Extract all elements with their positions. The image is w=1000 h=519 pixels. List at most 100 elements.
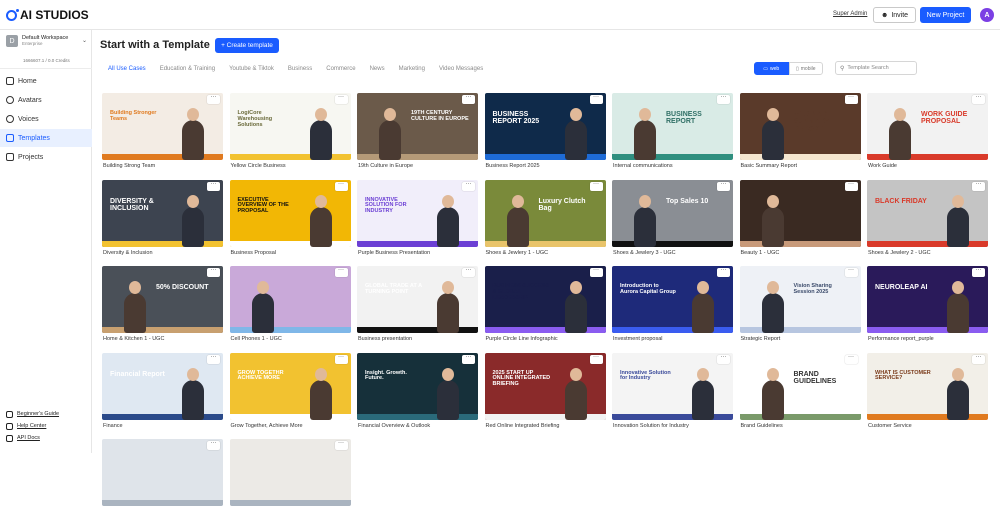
template-thumbnail[interactable]: 2025 START UP ONLINE INTEGRATED BRIEFING… xyxy=(484,352,606,420)
tab-commerce[interactable]: Commerce xyxy=(326,66,355,72)
template-card[interactable]: Innovative Solution for Industry ··· Innov… xyxy=(612,352,733,433)
more-options-icon[interactable]: ··· xyxy=(462,181,475,191)
more-options-icon[interactable]: ··· xyxy=(844,94,858,104)
more-options-icon[interactable]: ··· xyxy=(207,267,220,277)
template-card[interactable]: Insight. Growth. Future. ··· Financial Ove… xyxy=(357,352,478,433)
more-options-icon[interactable]: ··· xyxy=(207,354,220,364)
template-thumbnail[interactable]: BRAND GUIDELINES ··· xyxy=(739,352,861,420)
template-card[interactable]: BUSINESS REPORT 2025 ··· Business Report 2… xyxy=(484,93,606,173)
more-options-icon[interactable]: ··· xyxy=(589,267,603,277)
workspace-selector[interactable]: D Default Workspace Enterprise ⌄ xyxy=(6,34,88,54)
template-thumbnail[interactable]: DIVERSITY & INCLUSION ··· xyxy=(102,179,223,247)
template-card[interactable]: WORK GUIDE PROPOSAL ··· Work Guide xyxy=(867,93,988,173)
create-template-button[interactable]: + Create template xyxy=(215,38,279,53)
template-thumbnail[interactable]: INNOVATIVE SOLUTION FOR INDUSTRY ··· xyxy=(357,179,478,247)
more-options-icon[interactable]: ··· xyxy=(589,181,603,191)
more-options-icon[interactable]: ··· xyxy=(844,354,858,364)
template-card[interactable]: Top Sales 10 ··· Shoes & Jewlery 3 - UGC xyxy=(612,179,733,260)
tab-education-training[interactable]: Education & Training xyxy=(160,66,215,72)
more-options-icon[interactable]: ··· xyxy=(334,440,348,450)
template-card[interactable]: ··· xyxy=(102,439,223,519)
template-thumbnail[interactable]: ··· xyxy=(229,266,351,333)
bottom-link[interactable]: Help Center xyxy=(6,420,59,432)
template-thumbnail[interactable]: 50% DISCOUNT ··· xyxy=(102,266,223,333)
more-options-icon[interactable]: ··· xyxy=(334,181,348,191)
template-card[interactable]: WHAT IS CUSTOMER SERVICE? ··· Customer Ser… xyxy=(867,352,988,433)
sidebar-item-projects[interactable]: Projects xyxy=(0,148,92,166)
user-avatar[interactable]: A xyxy=(980,8,994,22)
more-options-icon[interactable]: ··· xyxy=(589,94,603,104)
tab-news[interactable]: News xyxy=(370,66,385,72)
more-options-icon[interactable]: ··· xyxy=(972,181,985,191)
super-admin-link[interactable]: Super Admin xyxy=(833,11,867,17)
more-options-icon[interactable]: ··· xyxy=(972,94,985,104)
new-project-button[interactable]: New Project xyxy=(920,7,971,23)
template-thumbnail[interactable]: Top Sales 10 ··· xyxy=(612,179,733,247)
template-card[interactable]: NEUROLEAP AI ··· Performance report_purple xyxy=(867,266,988,346)
more-options-icon[interactable]: ··· xyxy=(207,94,220,104)
template-thumbnail[interactable]: Introduction to Aurora Capital Group ··· xyxy=(612,266,733,333)
sidebar-item-templates[interactable]: Templates xyxy=(0,129,92,147)
template-card[interactable]: BUSINESS SUCCESS & GLOBAL LEADERSHIP ··· P… xyxy=(484,266,606,346)
bottom-link[interactable]: Beginner's Guide xyxy=(6,408,59,420)
template-card[interactable]: Financial Report ··· Finance xyxy=(102,352,223,433)
tab-marketing[interactable]: Marketing xyxy=(399,66,425,72)
more-options-icon[interactable]: ··· xyxy=(462,267,475,277)
template-thumbnail[interactable]: Innovative Solution for Industry ··· xyxy=(612,352,733,420)
template-card[interactable]: ··· Cell Phones 1 - UGC xyxy=(229,266,351,346)
template-thumbnail[interactable]: ··· xyxy=(229,439,351,506)
tab-all-use-cases[interactable]: All Use Cases xyxy=(108,66,146,72)
more-options-icon[interactable]: ··· xyxy=(717,354,730,364)
template-thumbnail[interactable]: Luxury Clutch Bag ··· xyxy=(484,179,606,247)
template-card[interactable]: EXECUTIVE OVERVIEW OF THE PROPOSAL ··· Bus… xyxy=(229,179,351,260)
template-thumbnail[interactable]: BUSINESS REPORT ··· xyxy=(612,93,733,160)
template-thumbnail[interactable]: GLOBAL TRADE AT A TURNING POINT ··· xyxy=(357,266,478,333)
more-options-icon[interactable]: ··· xyxy=(207,440,220,450)
more-options-icon[interactable]: ··· xyxy=(334,267,348,277)
template-card[interactable]: GLOBAL TRADE AT A TURNING POINT ··· Busine… xyxy=(357,266,478,346)
template-thumbnail[interactable]: Insight. Growth. Future. ··· xyxy=(357,352,478,420)
search-input[interactable] xyxy=(847,65,916,71)
template-card[interactable]: GROW TOGETHR ACHIEVE MORE ··· Grow Togethe… xyxy=(229,352,351,433)
tab-youtube-tiktok[interactable]: Youtube & Tiktok xyxy=(229,66,274,72)
sidebar-item-voices[interactable]: Voices xyxy=(0,110,92,128)
template-thumbnail[interactable]: BUSINESS REPORT 2025 ··· xyxy=(484,93,606,160)
template-thumbnail[interactable]: WEBINAR SUMMARY REPORT ··· xyxy=(739,93,861,160)
more-options-icon[interactable]: ··· xyxy=(717,94,730,104)
more-options-icon[interactable]: ··· xyxy=(334,354,348,364)
template-thumbnail[interactable]: Vision Sharing Session 2025 ··· xyxy=(739,266,861,333)
template-thumbnail[interactable]: ··· xyxy=(102,439,223,506)
template-thumbnail[interactable]: BLACK FRIDAY ··· xyxy=(867,179,988,247)
template-card[interactable]: Introduction to Aurora Capital Group ··· I… xyxy=(612,266,733,346)
template-card[interactable]: WEBINAR SUMMARY REPORT ··· Basic Summary R… xyxy=(739,93,861,173)
template-card[interactable]: LogiCore Warehousing Solutions ··· Yellow … xyxy=(229,93,351,173)
template-card[interactable]: 2025 START UP ONLINE INTEGRATED BRIEFING… xyxy=(484,352,606,433)
template-thumbnail[interactable]: BUSINESS SUCCESS & GLOBAL LEADERSHIP ··· xyxy=(484,266,606,333)
more-options-icon[interactable]: ··· xyxy=(207,181,220,191)
template-card[interactable]: ··· Beauty 1 - UGC xyxy=(739,179,861,260)
template-thumbnail[interactable]: EXECUTIVE OVERVIEW OF THE PROPOSAL ··· xyxy=(229,179,351,247)
template-card[interactable]: 50% DISCOUNT ··· Home & Kitchen 1 - UGC xyxy=(102,266,223,346)
template-card[interactable]: 19TH CENTURY CULTURE IN EUROPE ··· 19th Cu… xyxy=(357,93,478,173)
more-options-icon[interactable]: ··· xyxy=(844,181,858,191)
template-thumbnail[interactable]: WORK GUIDE PROPOSAL ··· xyxy=(867,93,988,160)
invite-button[interactable]: ☻ Invite xyxy=(873,7,916,23)
more-options-icon[interactable]: ··· xyxy=(334,94,348,104)
template-card[interactable]: INNOVATIVE SOLUTION FOR INDUSTRY ··· Purpl… xyxy=(357,179,478,260)
template-card[interactable]: BUSINESS REPORT ··· Internal communication… xyxy=(612,93,733,173)
template-thumbnail[interactable]: LogiCore Warehousing Solutions ··· xyxy=(229,93,351,160)
template-thumbnail[interactable]: Financial Report ··· xyxy=(102,352,223,420)
more-options-icon[interactable]: ··· xyxy=(844,267,858,277)
brand-logo[interactable]: AI STUDIOS xyxy=(6,8,89,22)
more-options-icon[interactable]: ··· xyxy=(972,267,985,277)
more-options-icon[interactable]: ··· xyxy=(717,267,730,277)
more-options-icon[interactable]: ··· xyxy=(589,354,603,364)
template-card[interactable]: Building Stronger Teams ··· Building Stron… xyxy=(102,93,223,173)
more-options-icon[interactable]: ··· xyxy=(972,354,985,364)
template-thumbnail[interactable]: Building Stronger Teams ··· xyxy=(102,93,223,160)
bottom-link[interactable]: API Docs xyxy=(6,432,59,444)
more-options-icon[interactable]: ··· xyxy=(717,181,730,191)
template-card[interactable]: BLACK FRIDAY ··· Shoes & Jewlery 2 - UGC xyxy=(867,179,988,260)
sidebar-item-avatars[interactable]: Avatars xyxy=(0,91,92,109)
template-thumbnail[interactable]: 19TH CENTURY CULTURE IN EUROPE ··· xyxy=(357,93,478,160)
